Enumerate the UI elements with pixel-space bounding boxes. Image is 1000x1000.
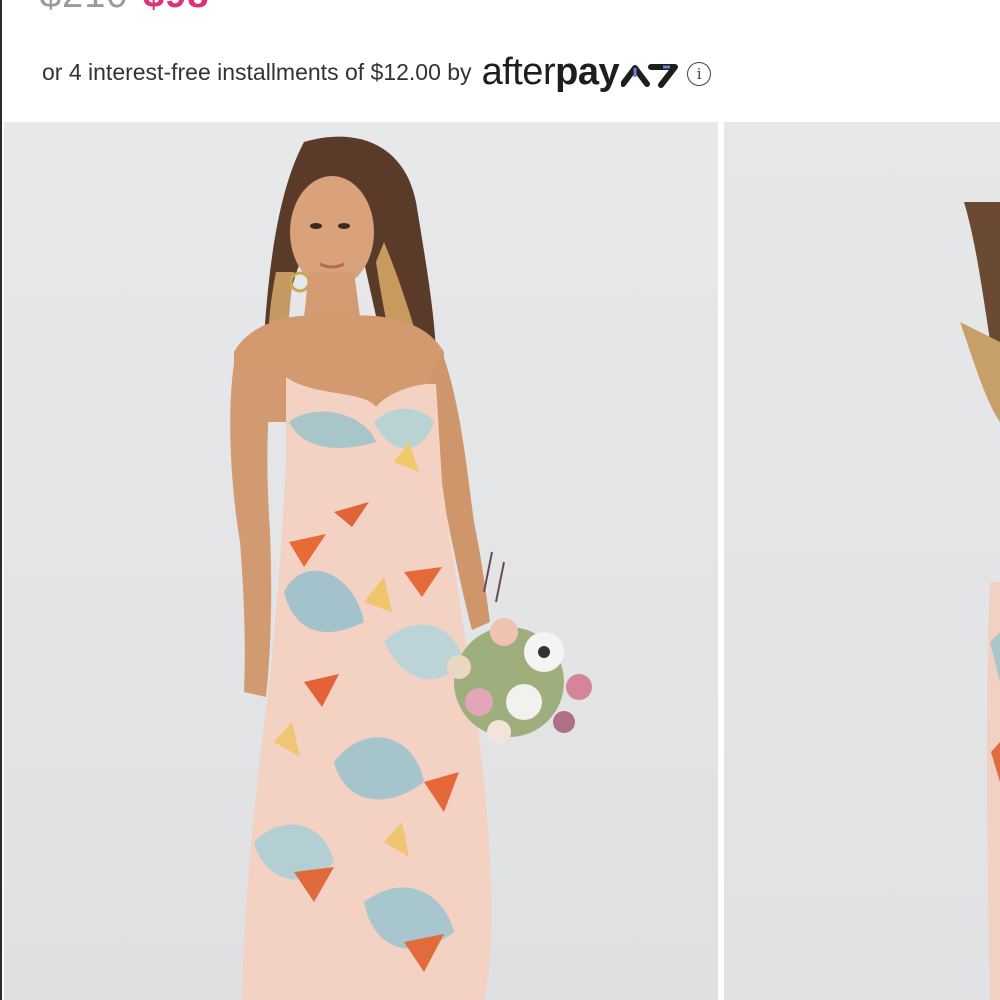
- price-row: $210 $98: [40, 0, 209, 16]
- product-photo-secondary[interactable]: [724, 122, 1000, 1000]
- sale-price: $98: [143, 0, 209, 16]
- model-illustration-side: [960, 202, 1000, 1000]
- product-gallery[interactable]: [0, 122, 1000, 1000]
- info-icon[interactable]: i: [687, 62, 712, 86]
- installments-text: or 4 interest-free installments of $12.0…: [42, 58, 472, 85]
- afterpay-word-after: after: [481, 50, 556, 93]
- model-illustration: [230, 136, 592, 1000]
- afterpay-arrows-icon: [621, 64, 679, 88]
- afterpay-logo[interactable]: afterpay i: [482, 51, 712, 94]
- installments-info: or 4 interest-free installments of $12.0…: [42, 48, 712, 96]
- afterpay-word-pay: pay: [555, 50, 620, 93]
- original-price: $210: [40, 0, 129, 16]
- afterpay-wordmark: afterpay: [482, 51, 620, 94]
- product-photo-main[interactable]: [4, 122, 718, 1000]
